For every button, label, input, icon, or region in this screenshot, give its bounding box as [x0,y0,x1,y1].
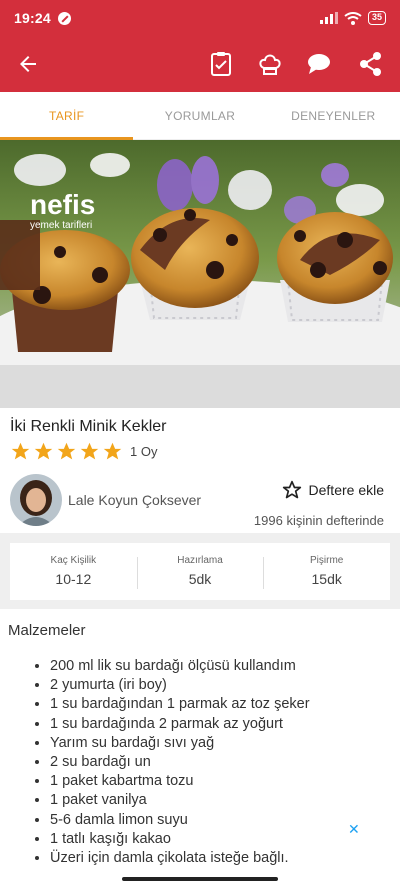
ingredient-item: 2 yumurta (iri boy) [50,676,310,695]
servings-label: Kaç Kişilik [50,555,97,566]
ingredient-item: Üzeri için damla çikolata isteğe bağlı. [50,849,310,868]
servings-info: Kaç Kişilik 10-12 [10,543,137,600]
back-arrow-icon[interactable] [16,52,40,76]
author-row[interactable]: Lale Koyun Çoksever [10,474,201,526]
chef-hat-icon[interactable] [256,50,284,78]
wifi-icon [344,11,362,25]
rating-stars: 1 Oy [10,441,157,462]
star-icon [34,442,53,460]
star-icon [57,442,76,460]
ingredient-item: 200 ml lik su bardağı ölçüsü kullandım [50,657,310,676]
dnd-icon [57,11,71,25]
tab-comments[interactable]: YORUMLAR [133,92,266,139]
nefis-logo-text: nefis [30,189,95,220]
ingredient-item: 1 paket vanilya [50,791,310,810]
star-icon [11,442,30,460]
ingredient-item: 5-6 damla limon suyu [50,811,310,830]
star-icon [103,442,122,460]
share-icon[interactable] [357,50,385,78]
battery-icon: 35 [367,11,386,25]
prep-info: Hazırlama 5dk [136,543,264,600]
home-indicator[interactable] [122,877,278,881]
ingredient-item: 1 su bardağından 1 parmak az toz şeker [50,695,310,714]
tab-recipe[interactable]: TARİF [0,92,134,140]
recipe-photo: nefis yemek tarifleri [0,140,400,408]
star-icon [80,442,99,460]
add-to-notebook-label: Deftere ekle [308,482,384,498]
ingredient-item: 2 su bardağı un [50,753,310,772]
status-time: 19:24 [14,10,51,26]
nefis-logo-subtext: yemek tarifleri [30,220,92,231]
signal-icon [319,12,338,24]
star-outline-icon [282,480,301,499]
ingredient-item: Yarım su bardağı sıvı yağ [50,734,310,753]
ingredient-item: 1 paket kabartma tozu [50,772,310,791]
recipe-info-band: Kaç Kişilik 10-12 Hazırlama 5dk Pişirme … [0,533,400,609]
ingredient-item: 1 su bardağında 2 parmak az yoğurt [50,715,310,734]
ad-close-icon[interactable]: ✕ [348,821,360,838]
add-to-notebook-button[interactable]: Deftere ekle [282,480,384,500]
cooked-list-icon[interactable] [207,50,235,78]
status-bar: 19:24 35 [0,0,400,36]
ingredients-list: 200 ml lik su bardağı ölçüsü kullandım 2… [50,657,310,868]
ingredients-heading: Malzemeler [8,622,86,639]
servings-value: 10-12 [55,571,92,587]
cook-info: Pişirme 15dk [263,543,390,600]
ingredient-item: 1 tatlı kaşığı kakao [50,830,310,849]
author-name[interactable]: Lale Koyun Çoksever [68,492,201,508]
comment-icon[interactable] [305,50,333,78]
cook-value: 15dk [311,571,342,587]
cook-label: Pişirme [310,555,344,566]
app-bar [0,36,400,92]
tab-bar: TARİF YORUMLAR DENEYENLER [0,92,400,140]
bookmark-count: 1996 kişinin defterinde [253,513,384,528]
tab-tried[interactable]: DENEYENLER [267,92,400,139]
prep-value: 5dk [188,571,212,587]
recipe-title: İki Renkli Minik Kekler [10,418,167,435]
prep-label: Hazırlama [177,555,223,566]
recipe-info-card: Kaç Kişilik 10-12 Hazırlama 5dk Pişirme … [10,543,390,600]
rating-count[interactable]: 1 Oy [130,444,157,459]
avatar[interactable] [10,474,62,526]
